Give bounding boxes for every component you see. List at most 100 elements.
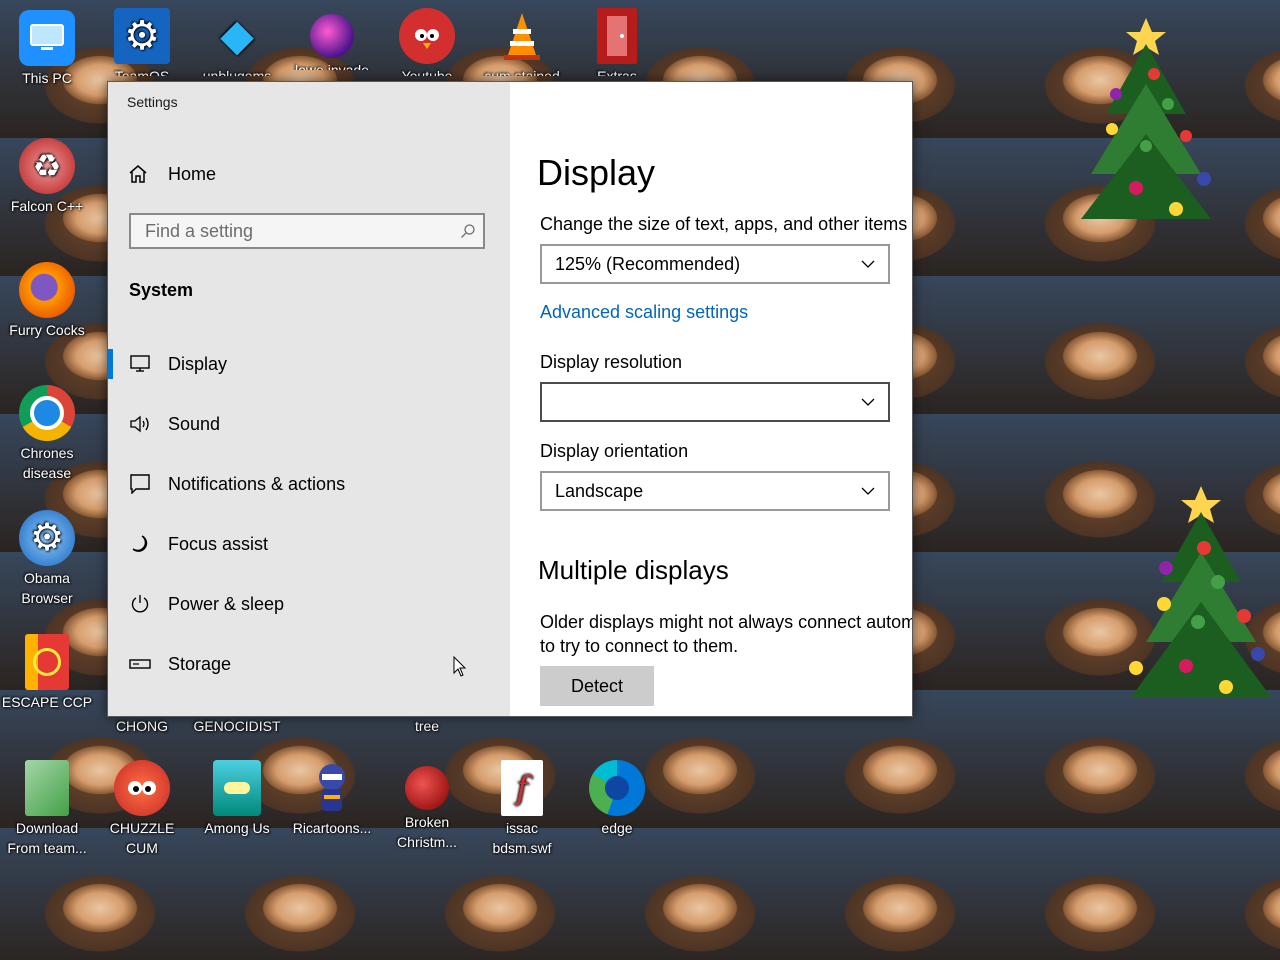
christmas-tree-decoration xyxy=(1076,4,1216,219)
desktop-icon-label: Obama Browser xyxy=(21,570,73,606)
nav-home-label: Home xyxy=(168,163,217,184)
traffic-cone-icon xyxy=(494,8,550,64)
orientation-dropdown-value: Landscape xyxy=(555,480,644,501)
nav-item-focus-assist[interactable]: Focus assist xyxy=(108,514,510,574)
mouse-cursor-icon xyxy=(453,655,467,683)
desktop-icon-label: Chrones disease xyxy=(20,445,74,481)
scale-dropdown-value: 125% (Recommended) xyxy=(555,253,741,274)
scale-label: Change the size of text, apps, and other… xyxy=(540,214,908,234)
among-us-icon xyxy=(213,760,261,816)
nav-item-label: Sound xyxy=(168,413,221,434)
multiple-displays-heading: Multiple displays xyxy=(538,555,729,585)
firefox-icon xyxy=(19,262,75,318)
desktop-icon-download[interactable]: Download From team... xyxy=(1,760,93,858)
orientation-dropdown[interactable]: Landscape xyxy=(540,471,890,511)
scale-dropdown[interactable]: 125% (Recommended) xyxy=(540,244,890,284)
desktop-icon-label-genocidist[interactable]: GENOCIDIST xyxy=(191,716,283,736)
nav-item-notifications[interactable]: Notifications & actions xyxy=(108,454,510,514)
desktop-icon-label: This PC xyxy=(22,70,72,86)
monitor-icon xyxy=(128,355,152,373)
nav-item-label: Power & sleep xyxy=(168,593,285,614)
desktop-icon-edge[interactable]: edge xyxy=(571,760,663,838)
search-input[interactable] xyxy=(131,219,453,243)
search-box[interactable] xyxy=(129,213,485,249)
desktop-icon-this-pc[interactable]: This PC xyxy=(1,10,93,88)
section-heading-system: System xyxy=(129,280,194,300)
door-icon xyxy=(597,8,637,64)
moon-icon xyxy=(128,534,152,554)
desktop-icon-label: Extras xyxy=(597,68,637,76)
desktop-icon-label: ESCAPE CCP xyxy=(1,694,93,710)
recycle-icon: ♻ xyxy=(19,138,75,194)
ornament-icon xyxy=(405,766,449,810)
nav-item-label: Storage xyxy=(168,653,232,674)
desktop-icon-label: Ricartoons... xyxy=(292,820,372,836)
desktop-icon-label-tree[interactable]: tree xyxy=(381,716,473,736)
desktop-icon-label: Broken Christm... xyxy=(397,814,457,850)
speaker-icon xyxy=(128,415,152,433)
chuzzle-icon xyxy=(114,760,170,816)
orientation-label: Display orientation xyxy=(540,441,689,461)
desktop-icon-chrones[interactable]: Chrones disease xyxy=(1,385,93,483)
nav-item-storage[interactable]: Storage xyxy=(108,634,510,694)
desktop-icon-label: TeamOS xyxy=(114,68,170,76)
desktop-icon-youtube[interactable]: Youtube xyxy=(381,8,473,76)
notepad-icon xyxy=(25,760,69,816)
description-line: to try to connect to them. xyxy=(540,636,739,656)
power-icon xyxy=(128,594,152,614)
desktop-icon-label: Furry Cocks xyxy=(9,322,85,338)
desktop-icon-chuzzle[interactable]: CHUZZLE CUM xyxy=(96,760,188,858)
storage-drive-icon xyxy=(128,658,152,670)
page-title: Display xyxy=(537,152,656,193)
angry-bird-icon xyxy=(399,8,455,64)
display-settings-panel: Display Change the size of text, apps, a… xyxy=(510,82,912,716)
desktop-icon-teamos[interactable]: ⚙ TeamOS xyxy=(96,8,188,76)
christmas-tree-decoration xyxy=(1126,482,1271,697)
search-icon[interactable] xyxy=(453,223,483,239)
desktop-icon-ricartoons[interactable]: Ricartoons... xyxy=(286,760,378,838)
settings-sidebar: Settings Home System Display xyxy=(108,82,510,716)
desktop-icon-label-chong[interactable]: CHONG xyxy=(96,716,188,736)
desktop-icon-escape-ccp[interactable]: ESCAPE CCP xyxy=(1,634,93,712)
system-nav-list: Display Sound Notifications & actions Fo… xyxy=(108,334,510,694)
desktop-icon-label: CHUZZLE CUM xyxy=(109,820,175,856)
diamond-icon: ◆ xyxy=(220,11,254,60)
advanced-scaling-link[interactable]: Advanced scaling settings xyxy=(540,302,748,323)
desktop-icon-lowe-invade[interactable]: lowe invade xyxy=(286,8,378,70)
desktop-icon-furry[interactable]: Furry Cocks xyxy=(1,262,93,340)
desktop-icon-among-us[interactable]: Among Us xyxy=(191,760,283,838)
detect-button[interactable]: Detect xyxy=(540,666,654,706)
desktop-icon-extras[interactable]: Extras xyxy=(571,8,663,76)
resolution-label: Display resolution xyxy=(540,352,683,372)
desktop-icon-label: Download From team... xyxy=(7,820,87,856)
nav-item-power-sleep[interactable]: Power & sleep xyxy=(108,574,510,634)
nav-item-label: Focus assist xyxy=(168,533,269,554)
chevron-down-icon xyxy=(848,398,888,406)
desktop-icon-unblugems[interactable]: ◆ unblugems xyxy=(191,8,283,77)
nav-item-sound[interactable]: Sound xyxy=(108,394,510,454)
settings-window[interactable]: Settings Home System Display xyxy=(107,81,913,717)
desktop-icon-label: cum stained xyxy=(484,68,560,76)
notification-icon xyxy=(128,474,152,494)
desktop-icon-falcon[interactable]: ♻ Falcon C++ xyxy=(1,138,93,216)
desktop-icon-label: edge xyxy=(601,820,633,836)
desktop-icon-issac[interactable]: f issac bdsm.swf xyxy=(476,760,568,858)
nav-item-label: Display xyxy=(168,353,228,374)
window-title: Settings xyxy=(127,94,178,110)
desktop-icon-label: Falcon C++ xyxy=(10,198,84,214)
edge-icon xyxy=(589,760,645,816)
settings-gear-icon: ⚙ xyxy=(19,510,75,566)
desktop-icon-broken-christmas[interactable]: Broken Christm... xyxy=(381,760,473,852)
orb-icon xyxy=(310,14,354,58)
desktop-icon-cum-stained[interactable]: cum stained xyxy=(476,8,568,76)
chrome-icon xyxy=(19,385,75,441)
nav-item-display[interactable]: Display xyxy=(108,334,510,394)
home-icon xyxy=(128,164,148,184)
desktop-icon-label: Youtube xyxy=(401,68,453,76)
desktop-icon-obama[interactable]: ⚙ Obama Browser xyxy=(1,510,93,608)
ninja-icon xyxy=(304,760,360,816)
nav-home[interactable]: Home xyxy=(128,162,216,186)
chevron-down-icon xyxy=(848,487,888,495)
gear-icon: ⚙ xyxy=(114,8,170,64)
resolution-dropdown[interactable] xyxy=(540,382,890,422)
